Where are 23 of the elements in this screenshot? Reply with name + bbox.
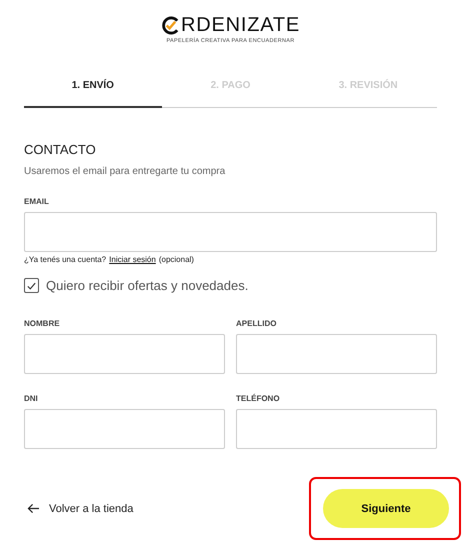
text-field[interactable]	[24, 409, 225, 449]
field-label: TELÉFONO	[236, 394, 281, 403]
logo-mark-icon	[160, 16, 180, 34]
field-label: DNI	[24, 394, 39, 403]
login-link[interactable]: Iniciar sesión	[109, 255, 156, 264]
step-tab[interactable]: 1. ENVÍO	[24, 72, 162, 108]
text-field[interactable]	[24, 334, 225, 374]
field-label: APELLIDO	[236, 319, 278, 328]
newsletter-checkbox[interactable]	[24, 278, 39, 293]
email-field[interactable]	[24, 212, 437, 252]
arrow-left-icon	[27, 503, 40, 514]
back-link[interactable]: Volver a la tienda	[24, 502, 134, 514]
field-label: EMAIL	[24, 197, 50, 206]
newsletter-label: Quiero recibir ofertas y novedades.	[46, 278, 248, 293]
text-field[interactable]	[236, 334, 437, 374]
account-hint: ¿Ya tenés una cuenta?	[24, 255, 106, 264]
logo-wordmark: RDENIZATE	[180, 14, 300, 36]
optional-note: (opcional)	[158, 255, 194, 264]
next-button[interactable]: Siguiente	[323, 489, 449, 528]
section-title: CONTACTO	[24, 142, 97, 157]
field-label: NOMBRE	[24, 319, 61, 328]
section-subtitle: Usaremos el email para entregarte tu compra	[24, 166, 226, 177]
text-field[interactable]	[236, 409, 437, 449]
